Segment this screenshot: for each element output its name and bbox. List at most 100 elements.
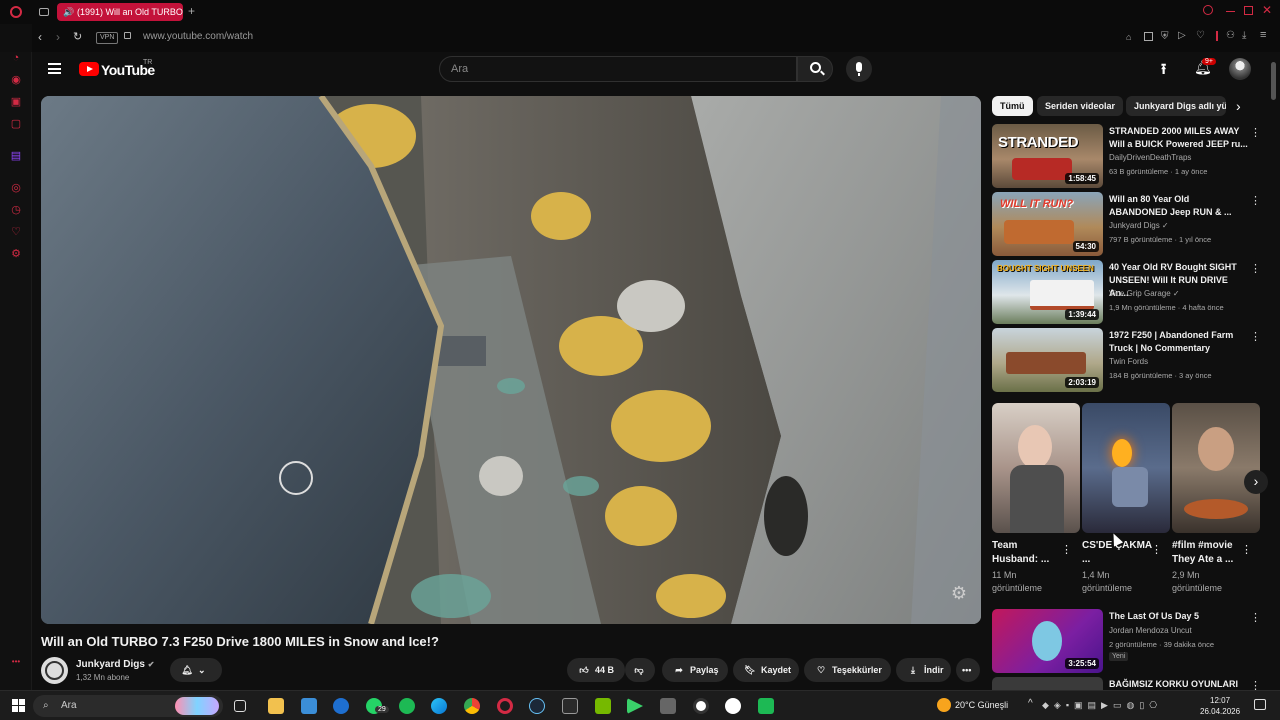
notification-center-icon[interactable]: [1254, 699, 1266, 710]
more-vert-icon[interactable]: ⋮: [1250, 679, 1261, 690]
whatsapp-icon[interactable]: ▣: [10, 96, 22, 108]
short-item[interactable]: #film #movie They Ate a ... 2,9 Mn görün…: [1172, 403, 1260, 595]
video-title[interactable]: The Last Of Us Day 5: [1109, 610, 1249, 623]
weather-text[interactable]: 20°C Güneşli: [955, 700, 1008, 710]
spotify-icon[interactable]: [399, 698, 415, 714]
pin-icon[interactable]: ⌂: [1126, 32, 1131, 42]
aria-icon[interactable]: ◔: [10, 52, 22, 64]
task-view-icon[interactable]: [234, 700, 246, 712]
short-thumbnail[interactable]: [992, 403, 1080, 533]
channel-name[interactable]: Vice Grip Garage ✓: [1109, 289, 1180, 298]
channel-name[interactable]: Jordan Mendoza Uncut: [1109, 626, 1192, 635]
terminal-icon[interactable]: [758, 698, 774, 714]
steam-icon[interactable]: [529, 698, 545, 714]
recommendation-item[interactable]: BOUGHT SIGHT UNSEEN 1:39:44 40 Year Old …: [992, 260, 1262, 324]
short-item[interactable]: Team Husband: ... 11 Mn görüntüleme ⋮: [992, 403, 1080, 595]
edge-icon[interactable]: [431, 698, 447, 714]
channel-name[interactable]: DailyDrivenDeathTraps: [1109, 153, 1191, 162]
short-thumbnail[interactable]: [1172, 403, 1260, 533]
obs-icon[interactable]: [693, 698, 709, 714]
more-vert-icon[interactable]: ⋮: [1250, 611, 1261, 624]
chip-channel[interactable]: Junkyard Digs adlı yü: [1126, 96, 1226, 116]
video-watermark-icon[interactable]: ⚙: [951, 583, 967, 604]
file-explorer-icon[interactable]: [268, 698, 284, 714]
game-launcher-icon[interactable]: [627, 698, 643, 714]
bookmarks-icon[interactable]: ♡: [10, 226, 22, 238]
shorts-next-button[interactable]: ›: [1244, 470, 1268, 494]
more-vert-icon[interactable]: ⋮: [1250, 126, 1261, 139]
tab-overview-icon[interactable]: [39, 8, 49, 16]
tray-icons[interactable]: ◆◈▪▣▤▶▭◍▯⎔: [1042, 700, 1162, 711]
vpn-badge[interactable]: VPN: [96, 32, 119, 44]
reload-icon[interactable]: ↻: [73, 30, 82, 43]
wallet-icon[interactable]: [1216, 31, 1218, 41]
more-vert-icon[interactable]: ⋮: [1250, 330, 1261, 343]
more-vert-icon[interactable]: ⋮: [1151, 543, 1162, 556]
snapshot-icon[interactable]: [1144, 32, 1153, 41]
opera-menu-icon[interactable]: [10, 6, 22, 18]
video-title[interactable]: STRANDED 2000 MILES AWAY Will a BUICK Po…: [1109, 125, 1249, 151]
video-title[interactable]: BAĞIMSIZ KORKU OYUNLARI: [1109, 678, 1249, 690]
account-icon[interactable]: ⚇: [1226, 30, 1235, 41]
video-thumbnail[interactable]: STRANDED 1:58:45: [992, 124, 1103, 188]
maximize-icon[interactable]: [1244, 6, 1253, 15]
video-thumbnail[interactable]: 2:03:19: [992, 328, 1103, 392]
download-icon[interactable]: ⤓: [1242, 30, 1246, 41]
tray-chevron-icon[interactable]: ^: [1028, 698, 1033, 709]
settings-icon[interactable]: ⚙: [10, 248, 22, 260]
recommendation-item[interactable]: 3:25:54 The Last Of Us Day 5 Jordan Mend…: [992, 609, 1262, 673]
avatar[interactable]: [1229, 58, 1251, 80]
back-icon[interactable]: ‹: [38, 30, 42, 44]
more-vert-icon[interactable]: ⋮: [1241, 543, 1252, 556]
windows-start-icon[interactable]: [12, 699, 25, 712]
channel-name[interactable]: Junkyard Digs ✔: [76, 659, 154, 670]
video-thumbnail[interactable]: BOUGHT SIGHT UNSEEN 1:39:44: [992, 260, 1103, 324]
app-icon[interactable]: [660, 698, 676, 714]
share-button[interactable]: ➦ Paylaş: [662, 658, 728, 682]
video-thumbnail[interactable]: WILL IT RUN? 54:30: [992, 192, 1103, 256]
recommendation-item[interactable]: 2:03:19 1972 F250 | Abandoned Farm Truck…: [992, 328, 1262, 392]
download-button[interactable]: ⤓ İndir: [896, 658, 951, 682]
recommendation-item[interactable]: STRANDED 1:58:45 STRANDED 2000 MILES AWA…: [992, 124, 1262, 188]
heart-icon[interactable]: ♡: [1196, 30, 1205, 41]
more-icon[interactable]: •••: [10, 656, 22, 668]
tab-active[interactable]: 🔊 (1991) Will an Old TURBO: [57, 3, 183, 21]
close-icon[interactable]: ✕: [1262, 3, 1272, 17]
video-title[interactable]: Will an 80 Year Old ABANDONED Jeep RUN &…: [1109, 193, 1249, 219]
video-player[interactable]: ⚙: [41, 96, 981, 624]
weather-icon[interactable]: [937, 698, 951, 712]
recommendation-item[interactable]: WILL IT RUN? 54:30 Will an 80 Year Old A…: [992, 192, 1262, 256]
more-vert-icon[interactable]: ⋮: [1250, 194, 1261, 207]
clock[interactable]: 12:07 26.04.2026: [1200, 695, 1240, 717]
outlook-icon[interactable]: [333, 698, 349, 714]
search-input[interactable]: Ara: [439, 56, 797, 82]
save-button[interactable]: 🔖︎ Kaydet: [733, 658, 799, 682]
taskbar-search[interactable]: ⌕ Ara: [33, 695, 223, 717]
hamburger-menu-icon[interactable]: [48, 63, 61, 74]
chips-next-icon[interactable]: ›: [1236, 98, 1241, 114]
opera-icon[interactable]: [497, 698, 513, 714]
upload-icon[interactable]: ⭱: [1161, 59, 1166, 84]
send-icon[interactable]: ▷: [1178, 30, 1186, 41]
chip-all[interactable]: Tümü: [992, 96, 1033, 116]
shield-icon[interactable]: ⛨: [1161, 31, 1169, 42]
epic-games-icon[interactable]: [562, 698, 578, 714]
video-thumbnail[interactable]: [992, 677, 1103, 690]
more-vert-icon[interactable]: ⋮: [1061, 543, 1072, 556]
channel-name[interactable]: Junkyard Digs ✓: [1109, 221, 1169, 230]
instagram-icon[interactable]: ▢: [10, 118, 22, 130]
search-tabs-icon[interactable]: [1203, 5, 1213, 15]
chrome-icon[interactable]: [464, 698, 480, 714]
subscribe-bell-button[interactable]: 🔔︎ ⌄: [170, 658, 222, 682]
search-button[interactable]: [797, 56, 833, 82]
history-icon[interactable]: ◷: [10, 204, 22, 216]
minimize-icon[interactable]: [1226, 11, 1235, 12]
new-tab-icon[interactable]: +: [188, 4, 195, 18]
short-item[interactable]: CS'DE ÇAKMA ... 1,4 Mn görüntüleme ⋮: [1082, 403, 1170, 595]
dislike-button[interactable]: 👎︎: [625, 658, 655, 682]
recommendation-item[interactable]: BAĞIMSIZ KORKU OYUNLARI ⋮: [992, 677, 1262, 690]
discord-icon[interactable]: [725, 698, 741, 714]
messenger-icon[interactable]: ◉: [10, 74, 22, 86]
forward-icon[interactable]: ›: [56, 30, 60, 44]
scrollbar[interactable]: [1271, 60, 1276, 680]
